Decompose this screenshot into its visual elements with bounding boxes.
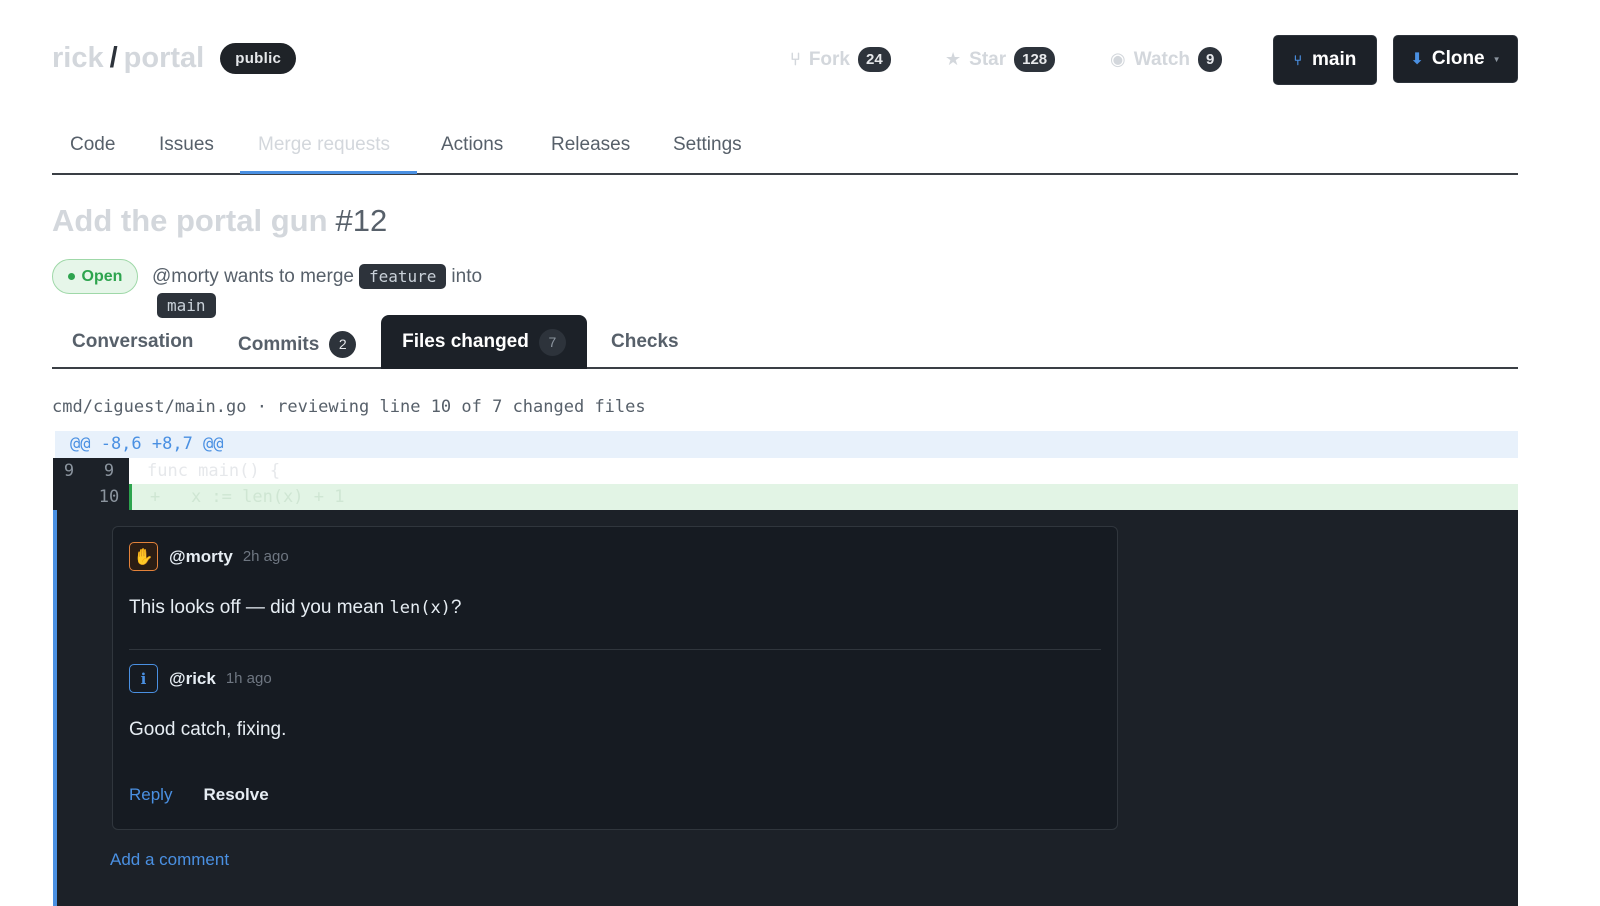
- repo-nav: Code Issues Merge requests Actions Relea…: [52, 118, 1518, 175]
- tab-files-changed[interactable]: Files changed 7: [381, 315, 587, 369]
- branch-label: main: [1312, 49, 1357, 70]
- star-label: Star: [969, 48, 1007, 70]
- tab-releases[interactable]: Releases: [551, 134, 630, 156]
- comment-divider: [129, 649, 1101, 650]
- branch-icon: ⑂: [1293, 52, 1303, 68]
- comment-text-end: ?: [450, 597, 462, 618]
- diff-code: + x := len(x) + 1: [129, 484, 1518, 510]
- star-count: 128: [1014, 47, 1056, 72]
- tab-issues[interactable]: Issues: [159, 134, 214, 156]
- fork-label: Fork: [808, 48, 850, 70]
- tab-commits[interactable]: Commits 2: [238, 331, 357, 358]
- review-thread: ✋ @morty 2h ago This looks off — did you…: [53, 510, 1518, 906]
- download-icon: ⬇: [1410, 51, 1424, 68]
- comment-body: This looks off — did you mean len(x)?: [129, 597, 462, 619]
- add-comment-link[interactable]: Add a comment: [110, 850, 229, 870]
- merge-into-text: into: [451, 265, 483, 287]
- resolve-button[interactable]: Resolve: [203, 785, 268, 805]
- star-button[interactable]: ★ Star 128: [945, 47, 1056, 72]
- repo-name-link[interactable]: portal: [124, 42, 205, 75]
- diff-added-line[interactable]: 10 + x := len(x) + 1: [53, 484, 1518, 510]
- branch-select-button[interactable]: ⑂ main: [1273, 35, 1377, 85]
- fork-icon: ⑂: [790, 49, 801, 69]
- fork-count: 24: [858, 47, 891, 72]
- clone-button[interactable]: ⬇ Clone ▼: [1393, 35, 1518, 83]
- old-line-number: 9: [63, 461, 75, 481]
- mr-number: #12: [335, 203, 388, 238]
- tab-conversation[interactable]: Conversation: [72, 331, 193, 353]
- merge-description: @morty wants to merge feature into: [152, 264, 482, 289]
- comment-actions: Reply Resolve: [129, 785, 269, 805]
- tab-settings[interactable]: Settings: [673, 134, 742, 156]
- comment-time: 1h ago: [225, 670, 272, 687]
- inline-code: len(x): [389, 598, 451, 618]
- tab-commits-label: Commits: [238, 333, 320, 355]
- line-number-gutter: 9 9: [53, 458, 129, 484]
- status-label: Open: [81, 267, 123, 285]
- comment-author[interactable]: @morty: [169, 547, 233, 567]
- tab-conversation-label: Conversation: [72, 331, 194, 352]
- merge-author-text: @morty wants to merge: [152, 265, 354, 287]
- source-branch[interactable]: feature: [358, 264, 447, 289]
- active-tab-indicator: [240, 171, 417, 174]
- comment-header: i @rick 1h ago: [129, 664, 272, 693]
- repo-owner-link[interactable]: rick: [52, 42, 104, 75]
- eye-icon: ◉: [1110, 49, 1126, 69]
- status-dot-icon: [67, 273, 75, 280]
- repo-header: rick / portal public ⑂ Fork 24 ★ Star 12…: [52, 30, 1518, 90]
- comment-box: ✋ @morty 2h ago This looks off — did you…: [112, 526, 1118, 830]
- hand-icon: ✋: [129, 542, 158, 571]
- watch-button[interactable]: ◉ Watch 9: [1110, 47, 1223, 72]
- tab-merge-requests[interactable]: Merge requests: [258, 134, 390, 156]
- diff-hunk-header: @@ -8,6 +8,7 @@: [55, 431, 1518, 458]
- reply-button[interactable]: Reply: [129, 785, 172, 805]
- diff-code: func main() {: [129, 458, 1518, 484]
- watch-count: 9: [1198, 47, 1223, 72]
- visibility-badge: public: [220, 43, 297, 74]
- comment-header: ✋ @morty 2h ago: [129, 542, 289, 571]
- mr-title-text: Add the portal gun: [52, 203, 328, 238]
- star-icon: ★: [945, 49, 962, 69]
- comment-text: This looks off — did you mean: [129, 597, 390, 618]
- new-line-number: 10: [98, 487, 120, 507]
- clone-label: Clone: [1431, 48, 1485, 69]
- chevron-down-icon: ▼: [1492, 54, 1501, 64]
- tab-checks[interactable]: Checks: [611, 331, 679, 353]
- commits-count: 2: [329, 331, 357, 358]
- repo-title: rick / portal public: [52, 42, 297, 75]
- tab-files-label: Files changed: [402, 331, 529, 352]
- comment-time: 2h ago: [242, 548, 289, 565]
- line-number-gutter: 10: [53, 484, 129, 510]
- new-line-number: 9: [103, 461, 115, 481]
- file-path-header: cmd/ciguest/main.go · reviewing line 10 …: [52, 397, 646, 417]
- diff-context-line[interactable]: 9 9 func main() {: [53, 458, 1518, 484]
- tab-checks-label: Checks: [611, 331, 679, 352]
- comment-author[interactable]: @rick: [169, 669, 216, 689]
- info-icon: i: [129, 664, 158, 693]
- tab-actions[interactable]: Actions: [441, 134, 503, 156]
- watch-label: Watch: [1133, 48, 1191, 70]
- fork-button[interactable]: ⑂ Fork 24: [790, 47, 891, 72]
- repo-separator: /: [109, 42, 118, 74]
- tab-code[interactable]: Code: [70, 134, 115, 156]
- comment-body: Good catch, fixing.: [129, 719, 287, 740]
- status-badge: Open: [52, 259, 138, 294]
- mr-tabs: Conversation Commits 2 Files changed 7 C…: [52, 314, 1518, 369]
- page-title: Add the portal gun #12: [52, 203, 387, 239]
- files-count: 7: [538, 328, 566, 356]
